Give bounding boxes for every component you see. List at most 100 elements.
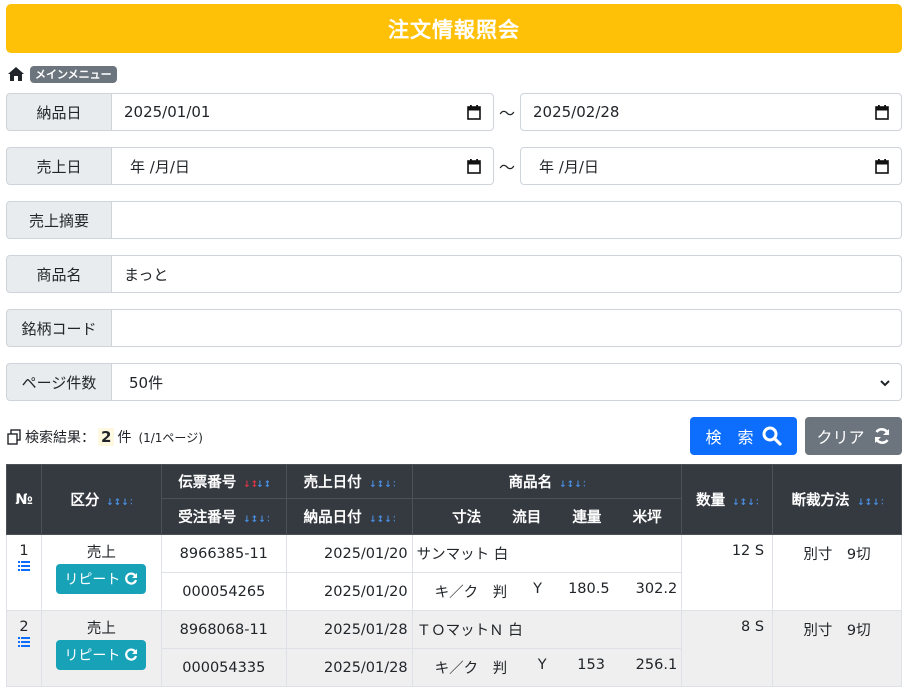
col-sales-date-label: 売上日付 <box>303 475 362 491</box>
list-icon[interactable] <box>17 561 30 571</box>
sales-summary-row: 売上摘要 <box>6 201 902 239</box>
col-basis-weight-label: 米坪 <box>632 510 662 526</box>
sales-date-to-input[interactable]: 年 /月/日 <box>520 147 902 185</box>
product-name-label: 商品名 <box>6 255 112 293</box>
sales-summary-input[interactable] <box>112 201 902 239</box>
row-cutting: 別寸 9切 <box>772 534 902 611</box>
row-no: 2 <box>19 619 29 635</box>
sort-icon[interactable]: ↓↕↓↕ <box>369 476 395 490</box>
page-size-select[interactable]: 50件 <box>112 363 902 401</box>
result-unit: 件 <box>117 430 132 446</box>
page-size-row: ページ件数 50件 <box>6 363 902 401</box>
delivery-date-label: 納品日 <box>6 93 112 131</box>
repeat-button-label: リピート <box>64 648 121 664</box>
svg-text:↓↕↓↕: ↓↕↓↕ <box>732 498 758 508</box>
calendar-icon[interactable] <box>467 159 481 174</box>
clear-button[interactable]: クリア <box>805 417 902 455</box>
page-size-label: ページ件数 <box>6 363 112 401</box>
search-button-label: 検 索 <box>705 428 754 447</box>
delivery-date-from-value: 2025/01/01 <box>124 103 211 121</box>
row-ream-weight: 153 <box>577 657 605 673</box>
row-ream-weight: 180.5 <box>568 581 610 597</box>
list-icon[interactable] <box>17 637 30 647</box>
col-spec-headers: 寸法 流目 連量 米坪 <box>411 498 683 535</box>
col-grain-label: 流目 <box>512 510 542 526</box>
sort-icon[interactable]: ↓↕↓↕ <box>857 494 883 508</box>
result-page-info: (1/1ページ) <box>138 430 203 445</box>
clear-button-label: クリア <box>816 428 865 447</box>
sales-date-from-input[interactable]: 年 /月/日 <box>112 147 494 185</box>
date-range-separator: ～ <box>498 158 515 177</box>
delivery-date-from-input[interactable]: 2025/01/01 <box>112 93 494 131</box>
row-size: キ／ク 判 <box>434 661 508 677</box>
sales-date-row: 売上日 年 /月/日 ～ 年 /月/日 <box>6 147 902 185</box>
row-sales-date: 2025/01/20 <box>285 534 413 573</box>
svg-text:↓↕↓↕: ↓↕↓↕ <box>857 498 883 508</box>
search-icon <box>762 426 782 446</box>
result-label: 検索結果： <box>25 430 95 446</box>
sort-icon[interactable]: ↓↕↓↕ <box>369 511 395 525</box>
col-ream-weight-label: 連量 <box>572 510 602 526</box>
col-cutting-header[interactable]: 断裁方法 ↓↕↓↕ <box>772 464 902 535</box>
col-slip-no-header[interactable]: 伝票番号 ↓↕ ↓↕ <box>160 464 287 499</box>
sort-icon[interactable]: ↓↕↓↕ <box>243 511 269 525</box>
row-product-name: ＴＯマットＮ 白 <box>411 610 683 649</box>
product-name-row: 商品名 まっと <box>6 255 902 293</box>
sort-icon[interactable]: ↓↕↓↕ <box>243 476 269 490</box>
sales-date-label: 売上日 <box>6 147 112 185</box>
date-range-separator: ～ <box>498 104 515 123</box>
sales-date-to-value: 年 /月/日 <box>539 157 599 176</box>
brand-code-input[interactable] <box>112 309 902 347</box>
col-slip-no-label: 伝票番号 <box>178 475 237 491</box>
delivery-date-to-input[interactable]: 2025/02/28 <box>520 93 902 131</box>
result-count: 2 <box>98 428 115 446</box>
row-quantity: 12 S <box>681 534 774 611</box>
col-quantity-header[interactable]: 数量 ↓↕↓↕ <box>681 464 774 535</box>
brand-code-label: 銘柄コード <box>6 309 112 347</box>
row-delivery-date: 2025/01/28 <box>285 648 413 687</box>
row-quantity: 8 S <box>681 610 774 687</box>
row-spec-cell: キ／ク 判 Y 180.5 302.2 <box>411 572 683 611</box>
col-order-no-header[interactable]: 受注番号 ↓↕↓↕ <box>160 498 287 535</box>
brand-code-row: 銘柄コード <box>6 309 902 347</box>
col-no-header: № <box>6 464 42 535</box>
repeat-button[interactable]: リピート <box>56 564 147 594</box>
calendar-icon[interactable] <box>875 105 889 120</box>
row-slip-no: 8968068-11 <box>160 610 287 649</box>
col-cutting-label: 断裁方法 <box>791 493 850 509</box>
row-cutting: 別寸 9切 <box>772 610 902 687</box>
row-slip-no: 8966385-11 <box>160 534 287 573</box>
col-category-header[interactable]: 区分 ↓↕↓↕ <box>40 464 162 535</box>
table-row: 1 売上 リピート 8966385-11 2025/01/20 サンマット 白 … <box>6 534 902 611</box>
calendar-icon[interactable] <box>467 105 481 120</box>
page-title: 注文情報照会 <box>6 4 902 53</box>
svg-text:↓↕↓↕: ↓↕↓↕ <box>369 515 395 525</box>
row-category-cell: 売上 リピート <box>40 534 162 611</box>
col-product-name-header[interactable]: 商品名 ↓↕↓↕ <box>411 464 683 499</box>
svg-text:↓↕: ↓↕ <box>256 480 269 490</box>
sort-icon[interactable]: ↓↕↓↕ <box>106 494 132 508</box>
col-delivery-date-label: 納品日付 <box>303 510 362 526</box>
calendar-icon[interactable] <box>875 159 889 174</box>
svg-text:↓↕↓↕: ↓↕↓↕ <box>243 515 269 525</box>
repeat-button[interactable]: リピート <box>56 640 147 670</box>
main-menu-link[interactable]: メインメニュー <box>30 65 117 83</box>
sort-icon[interactable]: ↓↕↓↕ <box>559 476 585 490</box>
row-sales-date: 2025/01/28 <box>285 610 413 649</box>
repeat-button-label: リピート <box>64 572 121 588</box>
product-name-input[interactable]: まっと <box>112 255 902 293</box>
col-delivery-date-header[interactable]: 納品日付 ↓↕↓↕ <box>285 498 413 535</box>
sort-icon[interactable]: ↓↕↓↕ <box>732 494 758 508</box>
col-order-no-label: 受注番号 <box>178 510 237 526</box>
col-sales-date-header[interactable]: 売上日付 ↓↕↓↕ <box>285 464 413 499</box>
row-category: 売上 <box>86 621 116 637</box>
svg-text:↓↕↓↕: ↓↕↓↕ <box>559 480 585 490</box>
refresh-icon <box>125 648 138 661</box>
row-no-cell: 2 <box>6 610 42 687</box>
page-size-value: 50件 <box>129 373 164 392</box>
home-icon[interactable] <box>7 66 25 82</box>
row-size: キ／ク 判 <box>434 585 508 601</box>
col-category-label: 区分 <box>70 493 100 509</box>
col-quantity-label: 数量 <box>696 493 726 509</box>
search-button[interactable]: 検 索 <box>690 417 797 455</box>
